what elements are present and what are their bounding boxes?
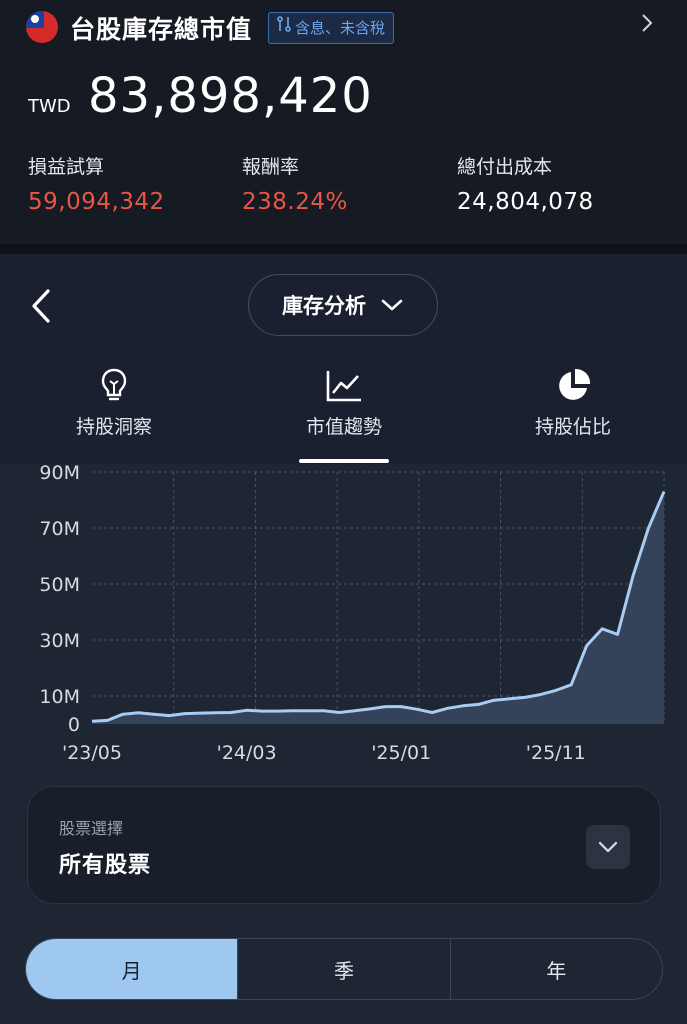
stat-label: 報酬率 — [242, 156, 300, 178]
y-tick-label: 50M — [39, 574, 80, 596]
currency-label: TWD — [28, 96, 71, 117]
tab-label: 市值趨勢 — [305, 416, 382, 438]
period-month[interactable]: 月 — [26, 939, 238, 999]
taiwan-flag-icon — [26, 11, 58, 43]
tax-badge-label: 含息、未含稅 — [295, 19, 386, 37]
stock-select-caption: 股票選擇 — [59, 819, 124, 838]
period-year[interactable]: 年 — [449, 939, 662, 999]
stock-select-value: 所有股票 — [59, 853, 152, 878]
y-tick-label: 70M — [39, 518, 80, 540]
tab-market-value-trend[interactable]: 市值趨勢 — [259, 366, 429, 439]
filter-icon — [277, 13, 291, 43]
stock-select[interactable]: 股票選擇 所有股票 — [27, 786, 661, 904]
period-selector: 月 季 年 — [25, 938, 663, 1000]
line-chart-icon — [259, 366, 429, 406]
chevron-right-icon[interactable] — [640, 12, 654, 40]
tab-holdings-share[interactable]: 持股佔比 — [488, 366, 658, 439]
stat-label: 損益試算 — [28, 156, 105, 178]
lightbulb-icon — [29, 366, 199, 406]
y-tick-label: 90M — [39, 462, 80, 484]
stat-return-rate: 報酬率 238.24% — [242, 152, 348, 215]
x-tick-label: '24/03 — [217, 742, 277, 764]
period-quarter[interactable]: 季 — [237, 939, 449, 999]
summary-header: 台股庫存總市值 含息、未含稅 TWD 83,898,420 損益試算 59,09… — [0, 0, 687, 244]
chart-svg: 0 10M 30M 50M 70M 90M '23/05 '24/03 '25/01 '25/1… — [39, 462, 666, 764]
tab-label: 持股佔比 — [534, 416, 611, 438]
chart-area-fill — [92, 491, 664, 724]
y-tick-label: 10M — [39, 686, 80, 708]
y-tick-label: 30M — [39, 630, 80, 652]
stat-value: 238.24% — [242, 189, 348, 215]
chevron-down-icon — [380, 293, 404, 317]
stat-value: 59,094,342 — [28, 189, 165, 215]
chevron-down-icon[interactable] — [586, 825, 630, 869]
tab-holdings-insight[interactable]: 持股洞察 — [29, 366, 199, 439]
divider — [0, 244, 687, 254]
total-market-value: 83,898,420 — [88, 68, 373, 124]
pie-chart-icon — [488, 366, 658, 406]
stat-value: 24,804,078 — [457, 189, 594, 215]
dropdown-label: 庫存分析 — [282, 294, 366, 318]
analysis-dropdown[interactable]: 庫存分析 — [248, 274, 438, 336]
x-tick-label: '25/01 — [371, 742, 431, 764]
x-tick-label: '23/05 — [62, 742, 122, 764]
tax-filter-badge[interactable]: 含息、未含稅 — [268, 12, 395, 44]
market-value-chart: 0 10M 30M 50M 70M 90M '23/05 '24/03 '25/01 '25/1… — [0, 462, 687, 772]
y-tick-label: 0 — [68, 714, 80, 736]
stat-total-cost: 總付出成本 24,804,078 — [457, 152, 594, 215]
back-arrow-icon[interactable] — [28, 286, 58, 326]
page-title: 台股庫存總市值 — [70, 15, 253, 44]
stat-label: 總付出成本 — [457, 156, 553, 178]
analysis-tabs: 持股洞察 市值趨勢 持股佔比 — [0, 366, 687, 466]
stat-pnl: 損益試算 59,094,342 — [28, 152, 165, 215]
tab-label: 持股洞察 — [75, 416, 152, 438]
x-tick-label: '25/11 — [526, 742, 586, 764]
